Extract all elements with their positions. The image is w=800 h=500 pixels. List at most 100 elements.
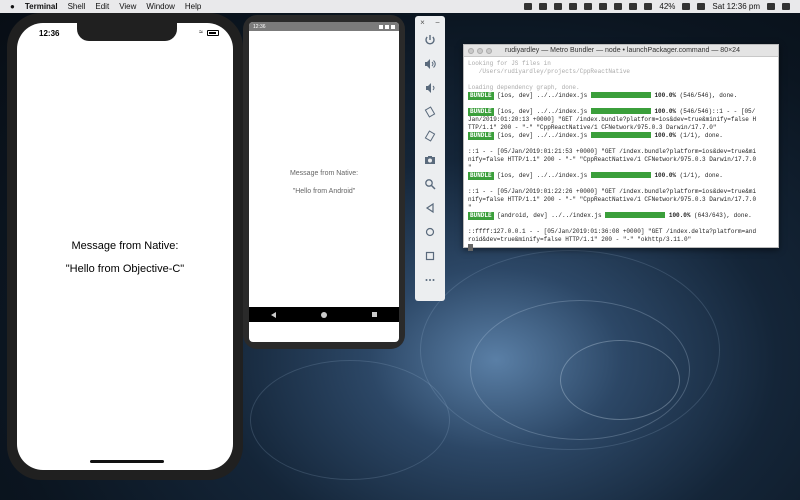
volume-down-icon[interactable] (415, 76, 445, 100)
bundle-tail: (643/643), done. (690, 212, 752, 219)
wifi-icon[interactable] (644, 3, 653, 10)
power-icon[interactable] (415, 28, 445, 52)
terminal-title: rudiyardley — Metro Bundler — node • lau… (505, 47, 740, 54)
close-button[interactable] (468, 47, 474, 54)
iphone-status-time: 12:36 (39, 29, 60, 38)
menu-view[interactable]: View (119, 2, 136, 11)
android-screen[interactable]: 12:36 Message from Native: "Hello from A… (249, 22, 399, 342)
nav-home-icon[interactable] (320, 311, 327, 318)
battery-icon (207, 29, 219, 36)
iphone-home-indicator[interactable] (90, 460, 164, 463)
minimize-button[interactable] (477, 47, 483, 54)
terminal-line: /Users/rudiyardley/projects/CppReactNati… (468, 68, 631, 75)
iphone-simulator: 12:36 ≈ Message from Native: "Hello from… (7, 13, 243, 480)
terminal-output[interactable]: Looking for JS files in /Users/rudiyardl… (464, 57, 778, 255)
progress-bar (605, 212, 666, 219)
bundle-tag: BUNDLE (468, 212, 494, 220)
menu-window[interactable]: Window (146, 2, 174, 11)
terminal-bundle-line: BUNDLE [android, dev] ../../index.js 100… (468, 212, 774, 220)
rotate-right-icon[interactable] (415, 124, 445, 148)
menubar-clock[interactable]: Sat 12:36 pm (712, 2, 760, 11)
bundle-text: [ios, dev] ../../index.js (493, 172, 591, 179)
tray-icon[interactable] (614, 3, 623, 10)
iphone-screen[interactable]: 12:36 ≈ Message from Native: "Hello from… (17, 23, 233, 470)
rotate-left-icon[interactable] (415, 100, 445, 124)
search-icon[interactable] (767, 3, 775, 10)
terminal-bundle-line: BUNDLE [ios, dev] ../../index.js 100.0% … (468, 132, 774, 140)
more-icon[interactable] (415, 268, 445, 292)
wifi-icon (385, 24, 389, 29)
android-emulator: 12:36 Message from Native: "Hello from A… (243, 15, 405, 349)
wallpaper-wisp (250, 360, 450, 480)
terminal-titlebar[interactable]: rudiyardley — Metro Bundler — node • lau… (464, 45, 778, 57)
battery-icon[interactable] (682, 3, 691, 10)
menu-bar: ● Terminal Shell Edit View Window Help 4… (0, 0, 800, 13)
zoom-button[interactable] (486, 47, 492, 54)
bundle-tag: BUNDLE (468, 172, 494, 180)
apple-menu[interactable]: ● (10, 2, 15, 11)
terminal-cursor (468, 244, 473, 251)
camera-icon[interactable] (415, 148, 445, 172)
progress-bar (590, 172, 651, 179)
iphone-message-label: Message from Native: (71, 240, 179, 252)
terminal-line: Looking for JS files in (468, 60, 551, 67)
tray-icon[interactable] (584, 3, 593, 10)
signal-icon (379, 24, 383, 29)
tray-icon[interactable] (539, 3, 548, 10)
terminal-line: " (468, 164, 472, 171)
tray-icon[interactable] (569, 3, 578, 10)
nav-back-icon[interactable] (271, 311, 277, 318)
zoom-icon[interactable] (415, 172, 445, 196)
close-icon[interactable]: × (420, 18, 425, 27)
notification-center-icon[interactable] (782, 3, 790, 10)
battery-percent[interactable]: 42% (659, 2, 675, 11)
terminal-line: ::1 - - [05/Jan/2019:01:21:53 +0000] "GE… (468, 148, 757, 155)
bluetooth-icon[interactable] (629, 3, 638, 10)
progress-bar (590, 108, 651, 115)
terminal-line: TTP/1.1" 200 - "-" "CppReactNative/1 CFN… (468, 124, 717, 131)
status-area: 42% Sat 12:36 pm (524, 2, 800, 11)
tray-icon[interactable] (599, 3, 608, 10)
terminal-line: Jan/2019:01:20:13 +0000] "GET /index.bun… (468, 116, 757, 123)
terminal-window[interactable]: rudiyardley — Metro Bundler — node • lau… (463, 44, 779, 251)
bundle-percent: 100.0% (668, 212, 691, 219)
android-nav-bar (249, 307, 399, 322)
wifi-icon: ≈ (199, 29, 203, 36)
bundle-tag: BUNDLE (468, 132, 494, 140)
tray-icon[interactable] (524, 3, 533, 10)
terminal-line: ::1 - - [05/Jan/2019:01:22:26 +0000] "GE… (468, 188, 757, 195)
terminal-bundle-line: BUNDLE [ios, dev] ../../index.js 100.0% … (468, 172, 774, 180)
terminal-line: nify=false HTTP/1.1" 200 - "-" "CppReact… (468, 196, 757, 203)
terminal-prompt[interactable] (468, 244, 774, 252)
menu-edit[interactable]: Edit (95, 2, 109, 11)
bundle-percent: 100.0% (654, 132, 677, 139)
terminal-line: nify=false HTTP/1.1" 200 - "-" "CppReact… (468, 156, 757, 163)
bundle-tag: BUNDLE (468, 92, 494, 100)
volume-up-icon[interactable] (415, 52, 445, 76)
flag-icon[interactable] (697, 3, 706, 10)
menu-help[interactable]: Help (185, 2, 201, 11)
menu-shell[interactable]: Shell (68, 2, 86, 11)
android-message-value: "Hello from Android" (292, 188, 356, 195)
iphone-message-value: "Hello from Objective-C" (65, 263, 185, 275)
minimize-icon[interactable]: − (435, 18, 440, 27)
bundle-text: [ios, dev] ../../index.js (493, 132, 591, 139)
dropbox-icon[interactable] (554, 3, 563, 10)
bundle-text: [android, dev] ../../index.js (493, 212, 606, 219)
bundle-tag: BUNDLE (468, 108, 494, 116)
progress-bar (590, 92, 651, 99)
home-icon[interactable] (415, 220, 445, 244)
nav-recents-icon[interactable] (371, 312, 377, 317)
bundle-percent: 100.0% (654, 92, 677, 99)
terminal-bundle-line: BUNDLE [ios, dev] ../../index.js 100.0% … (468, 108, 774, 116)
bundle-percent: 100.0% (654, 108, 677, 115)
overview-icon[interactable] (415, 244, 445, 268)
back-icon[interactable] (415, 196, 445, 220)
menu-app-terminal[interactable]: Terminal (25, 2, 58, 11)
bundle-percent: 100.0% (654, 172, 677, 179)
bundle-tail: (1/1), done. (676, 172, 723, 179)
terminal-bundle-line: BUNDLE [ios, dev] ../../index.js 100.0% … (468, 92, 774, 100)
